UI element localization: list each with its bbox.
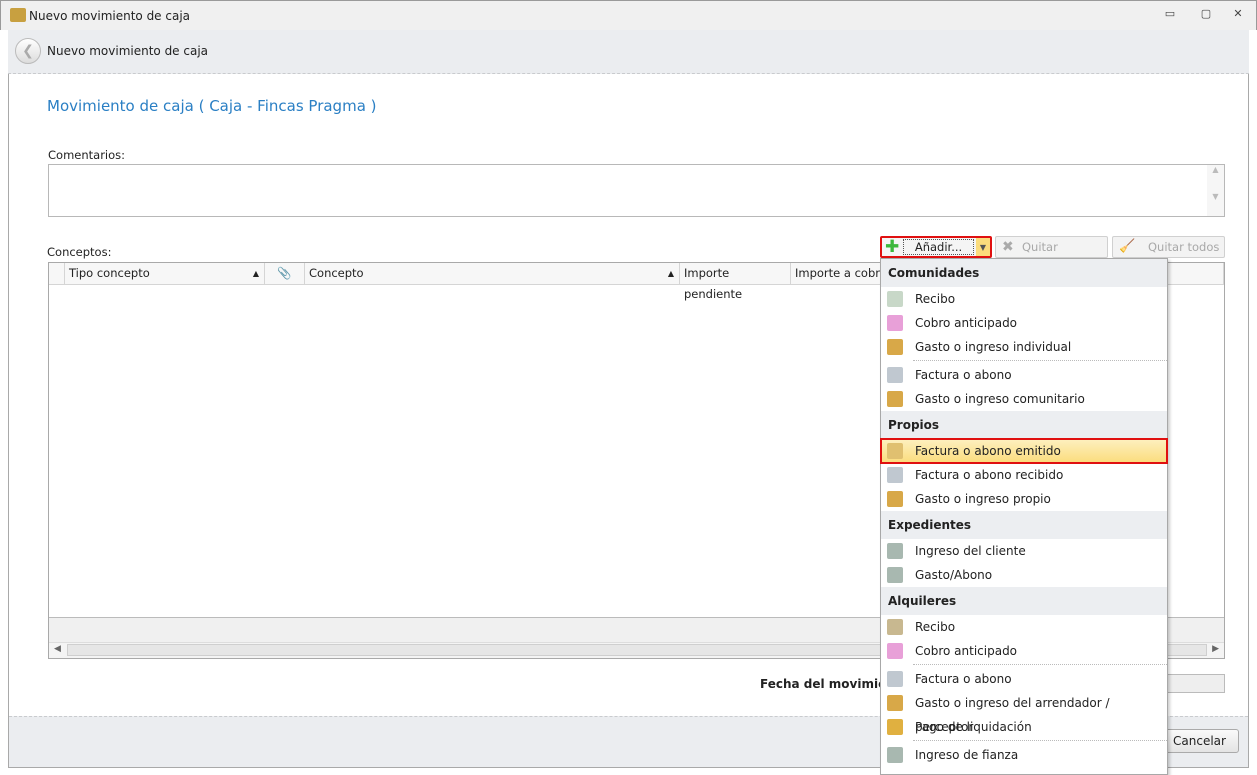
menu-item[interactable]: Recibo [881, 287, 1167, 311]
menu-item-label: Recibo [915, 620, 956, 634]
page-title: Movimiento de caja ( Caja - Fincas Pragm… [47, 97, 377, 115]
menu-item-label: Gasto o ingreso individual [915, 340, 1072, 354]
sort-up-icon: ▲ [252, 269, 259, 278]
column-header-importe-pendiente[interactable]: Importe pendiente [680, 263, 791, 301]
piggy-bank-icon [887, 315, 903, 331]
menu-item-label: Factura o abono emitido [915, 444, 1061, 458]
window-title: Nuevo movimiento de caja [29, 9, 191, 23]
broom-icon: 🧹 [1119, 239, 1136, 254]
menu-group-header: Expedientes [881, 511, 1167, 539]
row-indicator-header [49, 263, 65, 285]
income-icon [887, 747, 903, 763]
chevron-down-icon[interactable]: ▼ [976, 238, 990, 256]
invoice-icon [887, 367, 903, 383]
invoice-icon [887, 671, 903, 687]
concepts-label: Conceptos: [47, 245, 112, 259]
maximize-button[interactable]: ▢ [1197, 7, 1215, 23]
menu-item[interactable]: Gasto o ingreso propio [881, 487, 1167, 511]
menu-item[interactable]: Gasto o ingreso del arrendador / percept… [881, 691, 1167, 734]
menu-item-label: Factura o abono [915, 368, 1012, 382]
column-header-concepto[interactable]: Concepto ▲ [305, 263, 680, 285]
page-header: ❮ Nuevo movimiento de caja [8, 30, 1249, 74]
menu-group-header: Comunidades [881, 259, 1167, 287]
cash-register-icon [887, 339, 903, 355]
menu-item[interactable]: Gasto o ingreso comunitario [881, 387, 1167, 411]
plus-icon: ✚ [885, 237, 900, 257]
back-arrow-icon[interactable]: ❮ [15, 38, 41, 64]
header-title: Nuevo movimiento de caja [47, 44, 209, 58]
menu-item-label: Pago de liquidación [915, 720, 1032, 734]
receipt-icon [887, 291, 903, 307]
paperclip-icon: 📎 [277, 266, 292, 280]
cash-register-icon [887, 491, 903, 507]
cancel-button[interactable]: Cancelar [1160, 729, 1239, 753]
menu-item[interactable]: Pago de liquidación [881, 715, 1167, 739]
add-dropdown-menu: Comunidades Recibo Cobro anticipado Gasto o… [880, 258, 1168, 775]
remove-all-label: Quitar todos [1148, 240, 1220, 254]
menu-item-label: Gasto o ingreso propio [915, 492, 1051, 506]
app-icon [10, 8, 26, 22]
minimize-button[interactable]: ▭ [1161, 7, 1179, 23]
menu-item[interactable]: Cobro anticipado [881, 311, 1167, 335]
comments-textarea[interactable]: ▲ ▼ [48, 164, 1225, 217]
scroll-right-icon[interactable]: ▶ [1212, 644, 1219, 654]
income-icon [887, 543, 903, 559]
comments-scrollbar[interactable]: ▲ ▼ [1207, 165, 1224, 216]
invoice-icon [887, 467, 903, 483]
menu-item[interactable]: Ingreso del cliente [881, 539, 1167, 563]
menu-item[interactable]: Cobro anticipado [881, 639, 1167, 663]
menu-group-header: Alquileres [881, 587, 1167, 615]
sort-up-icon: ▲ [667, 269, 674, 278]
close-button[interactable]: ✕ [1229, 7, 1247, 23]
menu-item-label: Ingreso de fianza [915, 748, 1019, 762]
piggy-bank-icon [887, 643, 903, 659]
fecha-input[interactable] [1160, 674, 1225, 693]
add-label: Añadir... [903, 239, 974, 255]
scroll-left-icon[interactable]: ◀ [54, 644, 61, 654]
cash-register-icon [887, 695, 903, 711]
menu-item[interactable]: Recibo [881, 615, 1167, 639]
payment-icon [887, 719, 903, 735]
column-label: Tipo concepto [69, 266, 150, 280]
x-icon: ✖ [1002, 239, 1014, 255]
menu-item-label: Gasto/Abono [915, 568, 993, 582]
remove-all-button[interactable]: 🧹 Quitar todos [1112, 236, 1225, 258]
menu-group-header: Propios [881, 411, 1167, 439]
comments-label: Comentarios: [48, 148, 126, 162]
menu-item-label: Ingreso del cliente [915, 544, 1026, 558]
menu-item-label: Cobro anticipado [915, 644, 1018, 658]
menu-item[interactable]: Factura o abono recibido [881, 463, 1167, 487]
remove-concept-button[interactable]: ✖ Quitar concepto [995, 236, 1108, 274]
menu-item[interactable]: Factura o abono [881, 363, 1167, 387]
cash-register-icon [887, 391, 903, 407]
menu-item[interactable]: Factura o abono emitido [880, 438, 1168, 464]
menu-item[interactable]: Ingreso de fianza [881, 743, 1167, 767]
add-button[interactable]: ✚ Añadir... ▼ [880, 236, 992, 258]
title-bar: Nuevo movimiento de caja ▭ ▢ ✕ [0, 0, 1257, 30]
menu-item[interactable]: Gasto o ingreso individual [881, 335, 1167, 359]
menu-item-label: Recibo [915, 292, 956, 306]
expense-icon [887, 567, 903, 583]
column-label: Importe pendiente [684, 266, 743, 301]
column-label: Concepto [309, 266, 364, 280]
invoice-icon [887, 443, 903, 459]
menu-item-label: Factura o abono recibido [915, 468, 1064, 482]
menu-item-label: Factura o abono [915, 672, 1012, 686]
column-header-attachment[interactable]: 📎 [265, 263, 305, 285]
menu-item[interactable]: Factura o abono [881, 667, 1167, 691]
menu-item[interactable]: Gasto/Abono [881, 563, 1167, 587]
menu-item-label: Gasto o ingreso comunitario [915, 392, 1085, 406]
column-header-tipo[interactable]: Tipo concepto ▲ [65, 263, 265, 285]
receipt-icon [887, 619, 903, 635]
menu-item-label: Cobro anticipado [915, 316, 1018, 330]
